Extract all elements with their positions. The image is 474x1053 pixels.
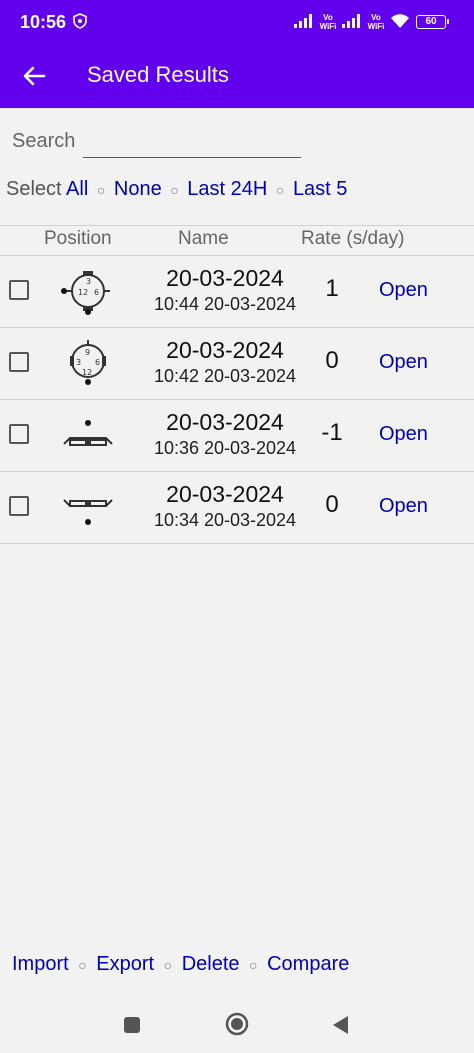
separator: ○ [78, 957, 87, 973]
row-name: 20-03-2024 10:34 20-03-2024 [140, 480, 310, 532]
separator: ○ [249, 957, 258, 973]
select-filter-row: Select All ○ None ○ Last 24H ○ Last 5 [6, 178, 347, 201]
header-name: Name [178, 228, 229, 249]
recents-square-icon[interactable] [123, 1016, 141, 1034]
watch-crown-down-icon: 9 3 6 12 [70, 340, 106, 385]
row-rate: 0 [325, 347, 339, 374]
table-row: 20-03-2024 10:36 20-03-2024 -1 Open [0, 399, 474, 471]
open-link[interactable]: Open [379, 495, 428, 518]
row-name: 20-03-2024 10:44 20-03-2024 [140, 264, 310, 316]
compare-link[interactable]: Compare [267, 953, 349, 975]
select-prefix: Select [6, 178, 62, 200]
battery-icon: 60 [416, 15, 449, 29]
divider [0, 543, 474, 544]
svg-text:12: 12 [78, 288, 88, 297]
watch-dial-up-icon [63, 420, 113, 446]
delete-link[interactable]: Delete [182, 953, 240, 975]
open-link[interactable]: Open [379, 351, 428, 374]
row-name: 20-03-2024 10:36 20-03-2024 [140, 408, 310, 460]
row-title: 20-03-2024 [166, 409, 284, 435]
select-last-5-link[interactable]: Last 5 [293, 178, 347, 200]
watch-crown-left-icon: 12 6 3 [61, 271, 110, 315]
table-row: 9 3 6 12 20-03-2024 10:42 20-03-2024 0 O… [0, 327, 474, 399]
back-arrow-icon[interactable] [20, 62, 48, 90]
bottom-actions: Import ○ Export ○ Delete ○ Compare [12, 953, 349, 976]
screen: 10:56 Vo WiFi Vo WiFi 60 Saved Results Sea… [0, 0, 474, 1053]
separator: ○ [163, 957, 173, 973]
separator: ○ [96, 182, 106, 198]
home-circle-icon[interactable] [225, 1012, 249, 1036]
signal-icon [294, 14, 312, 28]
open-link[interactable]: Open [379, 279, 428, 302]
watch-dial-down-icon [63, 499, 113, 525]
shield-icon [73, 13, 87, 29]
svg-text:3: 3 [86, 277, 91, 286]
vowifi-label: Vo WiFi [319, 13, 337, 31]
svg-text:9: 9 [85, 348, 90, 357]
separator: ○ [275, 182, 285, 198]
separator: ○ [170, 182, 179, 198]
row-title: 20-03-2024 [166, 265, 284, 291]
row-checkbox[interactable] [9, 280, 29, 300]
select-last-24h-link[interactable]: Last 24H [187, 178, 267, 200]
svg-text:12: 12 [82, 368, 92, 377]
status-bar: 10:56 Vo WiFi Vo WiFi 60 [0, 0, 474, 44]
app-bar: Saved Results [0, 44, 474, 108]
page-title: Saved Results [87, 62, 229, 87]
svg-text:6: 6 [94, 288, 99, 297]
row-title: 20-03-2024 [166, 337, 284, 363]
header-rate: Rate (s/day) [301, 228, 405, 249]
row-datetime: 10:36 20-03-2024 [153, 438, 297, 458]
import-link[interactable]: Import [12, 953, 69, 975]
status-time: 10:56 [20, 12, 67, 32]
wifi-icon [391, 14, 409, 28]
open-link[interactable]: Open [379, 423, 428, 446]
header-position: Position [44, 228, 112, 249]
row-title: 20-03-2024 [166, 481, 284, 507]
svg-text:3: 3 [76, 358, 81, 367]
system-nav-bar [0, 996, 474, 1053]
row-rate: 1 [325, 275, 339, 302]
row-name: 20-03-2024 10:42 20-03-2024 [140, 336, 310, 388]
select-none-link[interactable]: None [114, 178, 162, 200]
svg-text:6: 6 [95, 358, 100, 367]
row-rate: 0 [325, 491, 339, 518]
vowifi-label: Vo WiFi [367, 13, 385, 31]
row-datetime: 10:42 20-03-2024 [153, 366, 297, 386]
row-datetime: 10:44 20-03-2024 [153, 294, 297, 314]
row-rate: -1 [321, 419, 343, 446]
divider [0, 225, 474, 226]
signal-icon [342, 14, 360, 28]
table-row: 20-03-2024 10:34 20-03-2024 0 Open [0, 471, 474, 543]
row-datetime: 10:34 20-03-2024 [153, 510, 297, 530]
row-checkbox[interactable] [9, 496, 29, 516]
search-input[interactable] [83, 157, 301, 158]
select-all-link[interactable]: All [66, 178, 88, 200]
row-checkbox[interactable] [9, 424, 29, 444]
back-triangle-icon[interactable] [330, 1014, 350, 1036]
table-row: 12 6 3 20-03-2024 10:44 20-03-2024 1 Ope… [0, 255, 474, 327]
search-label: Search [12, 130, 76, 152]
row-checkbox[interactable] [9, 352, 29, 372]
export-link[interactable]: Export [96, 953, 154, 975]
